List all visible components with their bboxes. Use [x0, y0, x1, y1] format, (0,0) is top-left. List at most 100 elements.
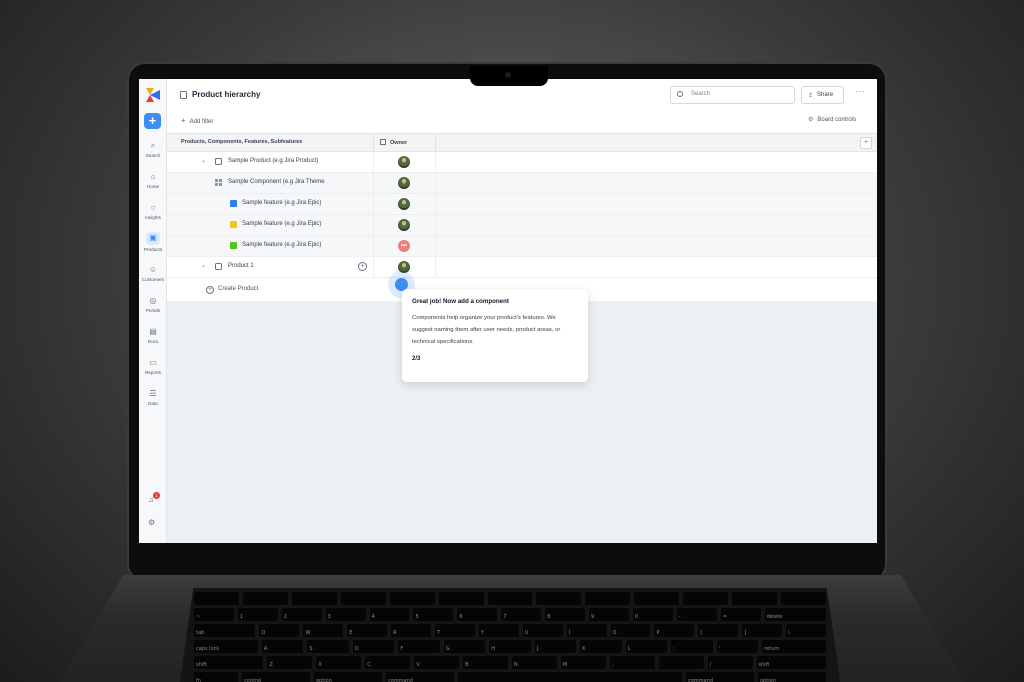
- keyboard-key: Y: [478, 624, 519, 637]
- sidebar-item-home[interactable]: ⌂ Home: [139, 172, 167, 189]
- more-options-icon[interactable]: ···: [855, 87, 866, 96]
- keyboard-key: [683, 592, 729, 605]
- add-filter-button[interactable]: + Add filter: [181, 116, 213, 125]
- sidebar-item-label: Docs: [147, 339, 159, 344]
- sidebar-item-data[interactable]: ☰ Data: [139, 389, 167, 406]
- column-divider: [435, 152, 436, 173]
- sidebar-item-insights[interactable]: ○ Insights: [139, 203, 167, 220]
- sidebar-item-label: Insights: [145, 215, 161, 220]
- sidebar-item-customers[interactable]: ☺ Customers: [139, 265, 167, 282]
- avatar[interactable]: [398, 177, 410, 189]
- camera-notch: [470, 66, 548, 86]
- row-label[interactable]: Sample feature (e.g Jira Epic): [242, 242, 321, 248]
- share-label: Share: [817, 92, 834, 98]
- keyboard-key: ': [716, 640, 759, 653]
- keyboard-key: \: [786, 624, 826, 637]
- tooltip-body: Components help organize your product's …: [412, 315, 561, 346]
- keyboard-key: delete: [764, 608, 826, 621]
- search-input[interactable]: Search: [670, 86, 795, 104]
- keyboard-key: =: [720, 608, 761, 621]
- column-divider: [373, 194, 374, 215]
- sidebar-item-docs[interactable]: ▤ Docs: [139, 327, 167, 344]
- column-divider: [373, 173, 374, 194]
- chevron-down-icon[interactable]: ⌄: [201, 262, 206, 269]
- keyboard-key: [634, 592, 680, 605]
- sidebar-item-label: Home: [146, 184, 160, 189]
- table-header: Products, Components, Features, Subfeatu…: [167, 133, 877, 153]
- create-button[interactable]: +: [144, 113, 161, 129]
- keyboard-key: 5: [413, 608, 454, 621]
- column-header-name[interactable]: Products, Components, Features, Subfeatu…: [181, 139, 302, 145]
- row-label[interactable]: Sample feature (e.g Jira Epic): [242, 200, 321, 206]
- sidebar-item-label: Portals: [145, 308, 161, 313]
- search-placeholder: Search: [691, 91, 711, 97]
- column-divider: [373, 257, 374, 278]
- column-divider: [435, 194, 436, 215]
- row-label[interactable]: Sample Product (e.g Jira Product): [228, 158, 318, 164]
- sidebar-item-label: Data: [148, 401, 158, 406]
- product-icon: [215, 158, 222, 165]
- keyboard-key: 2: [281, 608, 322, 621]
- feature-status-icon: [230, 242, 237, 249]
- productboard-logo-icon[interactable]: [146, 88, 160, 102]
- app-screen: + ⌕ Search ⌂ Home ○ Insights ▣ Products …: [139, 79, 877, 543]
- add-child-button[interactable]: +: [358, 262, 367, 271]
- column-divider: [373, 152, 374, 173]
- main-content: Product hierarchy Search ⇪ Share ··· + Ad…: [167, 79, 877, 543]
- sidebar: + ⌕ Search ⌂ Home ○ Insights ▣ Products …: [139, 79, 167, 543]
- avatar[interactable]: [398, 156, 410, 168]
- keyboard-key: [291, 592, 337, 605]
- keyboard-key: command: [386, 672, 454, 682]
- column-divider: [435, 257, 436, 278]
- sidebar-item-search[interactable]: ⌕ Search: [139, 141, 167, 158]
- avatar[interactable]: [398, 219, 410, 231]
- add-column-button[interactable]: +: [860, 137, 872, 149]
- table-row[interactable]: Sample Component (e.g Jira Theme: [167, 173, 877, 194]
- home-icon: ⌂: [150, 172, 156, 181]
- board-controls-button[interactable]: ⚙ Board controls: [808, 116, 856, 123]
- keyboard-key: J: [534, 640, 577, 653]
- keyboard-key: [389, 592, 435, 605]
- keyboard-key: B: [463, 656, 508, 669]
- keyboard-key: N: [512, 656, 557, 669]
- table-row[interactable]: Sample feature (e.g Jira Epic): [167, 194, 877, 215]
- keyboard-key: [340, 592, 386, 605]
- column-header-owner[interactable]: Owner: [380, 139, 407, 146]
- row-label[interactable]: Product 1: [228, 263, 254, 269]
- keyboard-key: tab: [194, 624, 256, 637]
- keyboard-key: A: [261, 640, 304, 653]
- table-row[interactable]: Sample feature (e.g Jira Epic) PP: [167, 236, 877, 257]
- table-row[interactable]: ⌄ Sample Product (e.g Jira Product): [167, 152, 877, 173]
- lightbulb-icon: ○: [150, 203, 156, 212]
- avatar[interactable]: PP: [398, 240, 410, 252]
- keyboard-key: X: [316, 656, 362, 669]
- sidebar-item-products[interactable]: ▣ Products: [139, 232, 167, 252]
- owner-icon: [380, 139, 386, 145]
- keyboard-key: [: [698, 624, 739, 637]
- avatar[interactable]: [398, 198, 410, 210]
- table-row[interactable]: Sample feature (e.g Jira Epic): [167, 215, 877, 236]
- keyboard-key: O: [610, 624, 651, 637]
- keyboard-key: [732, 592, 778, 605]
- row-label[interactable]: Sample feature (e.g Jira Epic): [242, 221, 321, 227]
- keyboard-key: S: [307, 640, 349, 653]
- keyboard-key: E: [347, 624, 388, 637]
- page-title: Product hierarchy: [192, 90, 261, 99]
- table-row[interactable]: ⌄ Product 1 +: [167, 257, 877, 278]
- column-divider: [435, 236, 436, 257]
- share-button[interactable]: ⇪ Share: [801, 86, 844, 104]
- chevron-down-icon[interactable]: ⌄: [201, 157, 206, 164]
- keyboard-key: command: [686, 672, 754, 682]
- column-divider: [435, 173, 436, 194]
- notification-badge: 1: [153, 492, 160, 499]
- sidebar-item-reports[interactable]: ▭ Reports: [139, 358, 167, 375]
- column-divider: [373, 236, 374, 257]
- keyboard-key: V: [414, 656, 460, 669]
- gear-icon[interactable]: ⚙: [148, 518, 155, 527]
- search-icon: ⌕: [150, 141, 156, 150]
- reports-icon: ▭: [149, 358, 157, 367]
- sidebar-item-portals[interactable]: ◎ Portals: [139, 296, 167, 313]
- keyboard-key: 8: [545, 608, 586, 621]
- products-icon: ▣: [149, 233, 157, 242]
- row-label[interactable]: Sample Component (e.g Jira Theme: [228, 179, 325, 185]
